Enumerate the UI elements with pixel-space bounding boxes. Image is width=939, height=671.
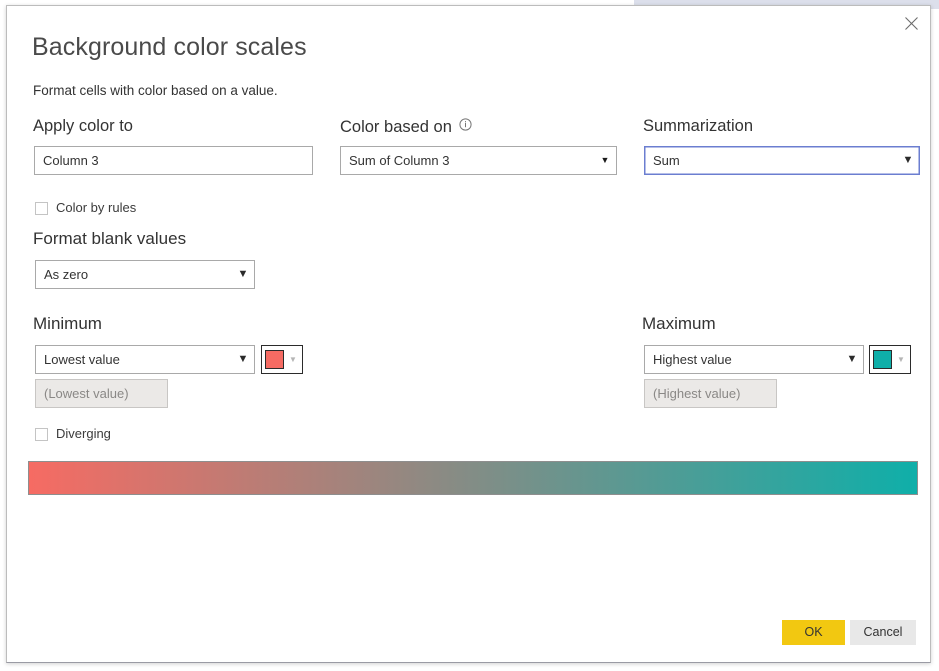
chevron-down-icon: ▼: [902, 154, 914, 166]
background-color-scales-dialog: Background color scales Format cells wit…: [6, 5, 931, 663]
color-by-rules-label: Color by rules: [56, 200, 137, 215]
maximum-value: Highest value: [653, 352, 732, 367]
cancel-button[interactable]: Cancel: [850, 620, 916, 645]
maximum-value-field: (Highest value): [644, 379, 777, 408]
chevron-down-icon: ▼: [289, 355, 297, 364]
color-based-on-label-text: Color based on: [340, 118, 452, 136]
apply-color-to-label: Apply color to: [33, 117, 133, 135]
minimum-color-picker[interactable]: ▼: [261, 345, 303, 374]
minimum-dropdown[interactable]: Lowest value ▼: [35, 345, 255, 374]
summarization-label: Summarization: [643, 117, 754, 135]
gradient-preview-bar: [28, 461, 918, 495]
maximum-color-swatch: [873, 350, 892, 369]
diverging-label: Diverging: [56, 426, 111, 441]
dialog-subtitle: Format cells with color based on a value…: [33, 83, 278, 98]
checkbox-box: [35, 427, 48, 441]
chevron-down-icon: ▼: [600, 155, 610, 165]
color-by-rules-checkbox[interactable]: Color by rules: [35, 200, 136, 216]
format-blank-values-label: Format blank values: [33, 229, 187, 248]
chevron-down-icon: ▼: [846, 353, 858, 365]
summarization-value: Sum: [653, 153, 680, 168]
minimum-label: Minimum: [33, 314, 102, 333]
diverging-checkbox[interactable]: Diverging: [35, 426, 111, 442]
close-icon[interactable]: [896, 9, 926, 37]
chevron-down-icon: ▼: [237, 353, 249, 365]
format-blank-values-dropdown[interactable]: As zero ▼: [35, 260, 255, 289]
maximum-color-picker[interactable]: ▼: [869, 345, 911, 374]
chevron-down-icon: ▼: [897, 355, 905, 364]
ok-button[interactable]: OK: [782, 620, 845, 645]
checkbox-box: [35, 201, 48, 215]
format-blank-values-value: As zero: [44, 267, 89, 282]
color-based-on-label: Color based on: [340, 116, 472, 137]
summarization-dropdown[interactable]: Sum ▼: [644, 146, 920, 175]
maximum-label: Maximum: [642, 314, 716, 333]
maximum-dropdown[interactable]: Highest value ▼: [644, 345, 864, 374]
info-circle-icon[interactable]: [459, 116, 472, 136]
chevron-down-icon: ▼: [237, 268, 249, 280]
color-based-on-value: Sum of Column 3: [349, 153, 450, 168]
dialog-title: Background color scales: [32, 33, 307, 61]
minimum-value-field: (Lowest value): [35, 379, 168, 408]
color-based-on-dropdown[interactable]: Sum of Column 3 ▼: [340, 146, 617, 175]
minimum-color-swatch: [265, 350, 284, 369]
apply-color-to-input[interactable]: [34, 146, 313, 175]
minimum-value: Lowest value: [44, 352, 120, 367]
